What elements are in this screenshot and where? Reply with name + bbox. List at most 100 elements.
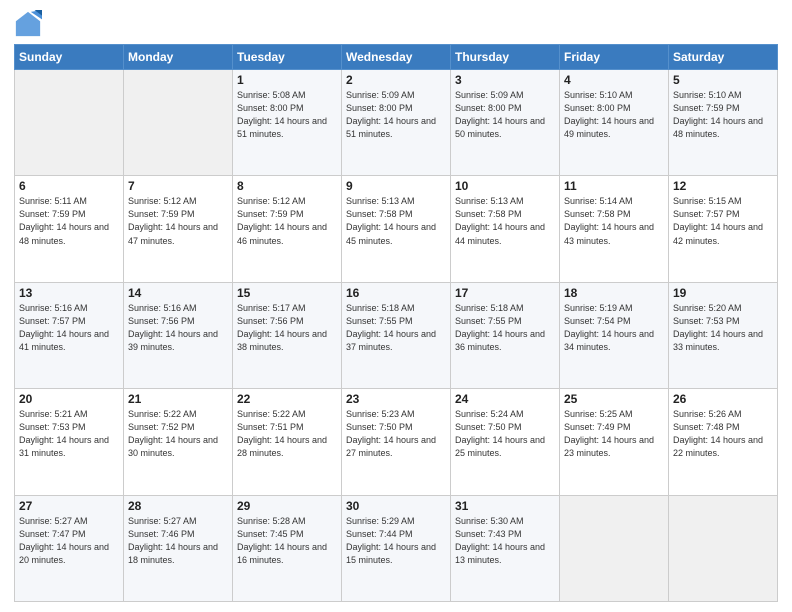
day-number: 5 (673, 73, 773, 87)
calendar-cell: 18Sunrise: 5:19 AMSunset: 7:54 PMDayligh… (560, 282, 669, 388)
cell-info: Sunrise: 5:30 AMSunset: 7:43 PMDaylight:… (455, 515, 555, 567)
calendar-cell: 25 Sunrise: 5:25 AMSunset: 7:49 PMDayligh… (560, 389, 669, 495)
calendar-cell (669, 495, 778, 601)
weekday-thursday: Thursday (451, 45, 560, 70)
day-number: 27 (19, 499, 119, 513)
calendar-body: 1 Sunrise: 5:08 AMSunset: 8:00 PMDaylight… (15, 70, 778, 602)
day-number: 16 (346, 286, 446, 300)
day-number: 1 (237, 73, 337, 87)
cell-info: Sunrise: 5:29 AMSunset: 7:44 PMDaylight:… (346, 515, 446, 567)
day-number: 2 (346, 73, 446, 87)
cell-info: Sunrise: 5:23 AMSunset: 7:50 PMDaylight:… (346, 408, 446, 460)
cell-info: Sunrise: 5:21 AMSunset: 7:53 PMDaylight:… (19, 408, 119, 460)
weekday-tuesday: Tuesday (233, 45, 342, 70)
day-number: 18 (564, 286, 664, 300)
day-number: 23 (346, 392, 446, 406)
calendar-cell: 7 Sunrise: 5:12 AMSunset: 7:59 PMDaylight… (124, 176, 233, 282)
cell-info: Sunrise: 5:26 AMSunset: 7:48 PMDaylight:… (673, 408, 773, 460)
cell-info: Sunrise: 5:17 AMSunset: 7:56 PMDaylight:… (237, 302, 337, 354)
cell-info: Sunrise: 5:09 AMSunset: 8:00 PMDaylight:… (346, 89, 446, 141)
day-number: 11 (564, 179, 664, 193)
day-number: 6 (19, 179, 119, 193)
cell-info: Sunrise: 5:16 AMSunset: 7:56 PMDaylight:… (128, 302, 228, 354)
logo (14, 10, 46, 38)
cell-info: Sunrise: 5:11 AMSunset: 7:59 PMDaylight:… (19, 195, 119, 247)
calendar-cell: 4 Sunrise: 5:10 AMSunset: 8:00 PMDaylight… (560, 70, 669, 176)
cell-info: Sunrise: 5:08 AMSunset: 8:00 PMDaylight:… (237, 89, 337, 141)
day-number: 20 (19, 392, 119, 406)
calendar-cell: 21 Sunrise: 5:22 AMSunset: 7:52 PMDayligh… (124, 389, 233, 495)
header (14, 10, 778, 38)
calendar-cell (124, 70, 233, 176)
cell-info: Sunrise: 5:18 AMSunset: 7:55 PMDaylight:… (455, 302, 555, 354)
day-number: 3 (455, 73, 555, 87)
day-number: 8 (237, 179, 337, 193)
day-number: 17 (455, 286, 555, 300)
weekday-friday: Friday (560, 45, 669, 70)
calendar-cell: 16 Sunrise: 5:18 AMSunset: 7:55 PMDayligh… (342, 282, 451, 388)
day-number: 30 (346, 499, 446, 513)
cell-info: Sunrise: 5:16 AMSunset: 7:57 PMDaylight:… (19, 302, 119, 354)
day-number: 19 (673, 286, 773, 300)
day-number: 15 (237, 286, 337, 300)
cell-info: Sunrise: 5:09 AMSunset: 8:00 PMDaylight:… (455, 89, 555, 141)
day-number: 14 (128, 286, 228, 300)
cell-info: Sunrise: 5:10 AMSunset: 8:00 PMDaylight:… (564, 89, 664, 141)
cell-info: Sunrise: 5:12 AMSunset: 7:59 PMDaylight:… (128, 195, 228, 247)
day-number: 26 (673, 392, 773, 406)
calendar-cell: 28 Sunrise: 5:27 AMSunset: 7:46 PMDayligh… (124, 495, 233, 601)
calendar-cell: 30 Sunrise: 5:29 AMSunset: 7:44 PMDayligh… (342, 495, 451, 601)
calendar-week-5: 27Sunrise: 5:27 AMSunset: 7:47 PMDayligh… (15, 495, 778, 601)
cell-info: Sunrise: 5:28 AMSunset: 7:45 PMDaylight:… (237, 515, 337, 567)
cell-info: Sunrise: 5:18 AMSunset: 7:55 PMDaylight:… (346, 302, 446, 354)
day-number: 31 (455, 499, 555, 513)
calendar-cell: 12Sunrise: 5:15 AMSunset: 7:57 PMDayligh… (669, 176, 778, 282)
calendar-cell: 8 Sunrise: 5:12 AMSunset: 7:59 PMDaylight… (233, 176, 342, 282)
calendar-week-4: 20 Sunrise: 5:21 AMSunset: 7:53 PMDayligh… (15, 389, 778, 495)
cell-info: Sunrise: 5:10 AMSunset: 7:59 PMDaylight:… (673, 89, 773, 141)
day-number: 4 (564, 73, 664, 87)
calendar-cell (560, 495, 669, 601)
calendar-cell: 19 Sunrise: 5:20 AMSunset: 7:53 PMDayligh… (669, 282, 778, 388)
calendar-cell: 29 Sunrise: 5:28 AMSunset: 7:45 PMDayligh… (233, 495, 342, 601)
day-number: 25 (564, 392, 664, 406)
day-number: 9 (346, 179, 446, 193)
cell-info: Sunrise: 5:14 AMSunset: 7:58 PMDaylight:… (564, 195, 664, 247)
calendar-cell: 20 Sunrise: 5:21 AMSunset: 7:53 PMDayligh… (15, 389, 124, 495)
calendar-cell: 9Sunrise: 5:13 AMSunset: 7:58 PMDaylight… (342, 176, 451, 282)
page: SundayMondayTuesdayWednesdayThursdayFrid… (0, 0, 792, 612)
cell-info: Sunrise: 5:20 AMSunset: 7:53 PMDaylight:… (673, 302, 773, 354)
calendar-cell: 10 Sunrise: 5:13 AMSunset: 7:58 PMDayligh… (451, 176, 560, 282)
weekday-row: SundayMondayTuesdayWednesdayThursdayFrid… (15, 45, 778, 70)
cell-info: Sunrise: 5:22 AMSunset: 7:51 PMDaylight:… (237, 408, 337, 460)
logo-icon (14, 10, 42, 38)
calendar-cell: 1 Sunrise: 5:08 AMSunset: 8:00 PMDaylight… (233, 70, 342, 176)
calendar-cell: 23 Sunrise: 5:23 AMSunset: 7:50 PMDayligh… (342, 389, 451, 495)
calendar-cell: 11 Sunrise: 5:14 AMSunset: 7:58 PMDayligh… (560, 176, 669, 282)
calendar-cell: 3 Sunrise: 5:09 AMSunset: 8:00 PMDaylight… (451, 70, 560, 176)
day-number: 7 (128, 179, 228, 193)
calendar-cell: 15 Sunrise: 5:17 AMSunset: 7:56 PMDayligh… (233, 282, 342, 388)
calendar-cell: 13 Sunrise: 5:16 AMSunset: 7:57 PMDayligh… (15, 282, 124, 388)
calendar-week-1: 1 Sunrise: 5:08 AMSunset: 8:00 PMDaylight… (15, 70, 778, 176)
cell-info: Sunrise: 5:27 AMSunset: 7:46 PMDaylight:… (128, 515, 228, 567)
cell-info: Sunrise: 5:25 AMSunset: 7:49 PMDaylight:… (564, 408, 664, 460)
calendar-week-3: 13 Sunrise: 5:16 AMSunset: 7:57 PMDayligh… (15, 282, 778, 388)
calendar-cell (15, 70, 124, 176)
calendar-cell: 5 Sunrise: 5:10 AMSunset: 7:59 PMDaylight… (669, 70, 778, 176)
cell-info: Sunrise: 5:13 AMSunset: 7:58 PMDaylight:… (455, 195, 555, 247)
weekday-saturday: Saturday (669, 45, 778, 70)
day-number: 21 (128, 392, 228, 406)
day-number: 22 (237, 392, 337, 406)
weekday-wednesday: Wednesday (342, 45, 451, 70)
cell-info: Sunrise: 5:22 AMSunset: 7:52 PMDaylight:… (128, 408, 228, 460)
calendar-header: SundayMondayTuesdayWednesdayThursdayFrid… (15, 45, 778, 70)
calendar: SundayMondayTuesdayWednesdayThursdayFrid… (14, 44, 778, 602)
day-number: 10 (455, 179, 555, 193)
calendar-week-2: 6 Sunrise: 5:11 AMSunset: 7:59 PMDaylight… (15, 176, 778, 282)
day-number: 13 (19, 286, 119, 300)
cell-info: Sunrise: 5:12 AMSunset: 7:59 PMDaylight:… (237, 195, 337, 247)
day-number: 28 (128, 499, 228, 513)
day-number: 29 (237, 499, 337, 513)
cell-info: Sunrise: 5:15 AMSunset: 7:57 PMDaylight:… (673, 195, 773, 247)
